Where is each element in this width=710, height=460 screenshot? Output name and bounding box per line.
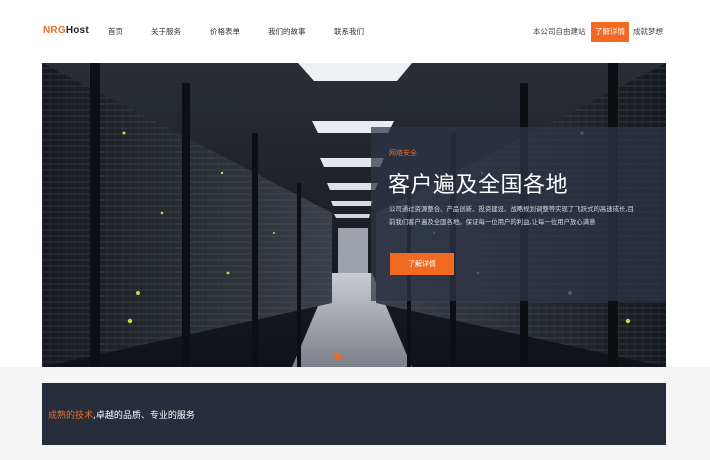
hero-subtitle: 网络安全 bbox=[389, 149, 417, 157]
slogan-text: 成熟的技术,卓越的品质、专业的服务 bbox=[48, 408, 195, 421]
hero-learn-more-button[interactable]: 了解详情 bbox=[390, 253, 454, 275]
brand-logo-accent: NRG bbox=[43, 25, 66, 36]
hero-slider: 网络安全 客户遍及全国各地 公司通过资源整合、产品创新、投资建设、战略规划调整等… bbox=[42, 63, 666, 367]
nav-item-pricing[interactable]: 价格表单 bbox=[210, 26, 240, 37]
brand-logo-rest: Host bbox=[65, 25, 89, 36]
nav-item-home[interactable]: 首页 bbox=[108, 26, 123, 37]
nav-learn-more-button[interactable]: 了解详情 bbox=[591, 22, 629, 42]
nav-item-contact[interactable]: 联系我们 bbox=[334, 26, 364, 37]
slider-dot-active[interactable] bbox=[334, 353, 341, 360]
slogan-rest: ,卓越的品质、专业的服务 bbox=[93, 411, 195, 421]
slogan-highlight: 成熟的技术 bbox=[48, 411, 94, 421]
nav-item-services[interactable]: 关于服务 bbox=[151, 26, 181, 37]
brand-logo[interactable]: NRGHost bbox=[43, 25, 89, 36]
slogan-banner: 成熟的技术,卓越的品质、专业的服务 bbox=[42, 383, 666, 445]
nav-dream-link[interactable]: 成就梦想 bbox=[633, 26, 663, 37]
top-navbar: NRGHost 首页 关于服务 价格表单 我们的故事 联系我们 本公司自由建站 … bbox=[0, 0, 710, 63]
nav-item-story[interactable]: 我们的故事 bbox=[268, 26, 306, 37]
hero-title: 客户遍及全国各地 bbox=[388, 173, 569, 198]
nav-build-site-link[interactable]: 本公司自由建站 bbox=[533, 26, 586, 37]
hero-description: 公司通过资源整合、产品创新、投资建设、战略规划调整等实现了飞跃式的高速成长,目前… bbox=[389, 205, 634, 226]
